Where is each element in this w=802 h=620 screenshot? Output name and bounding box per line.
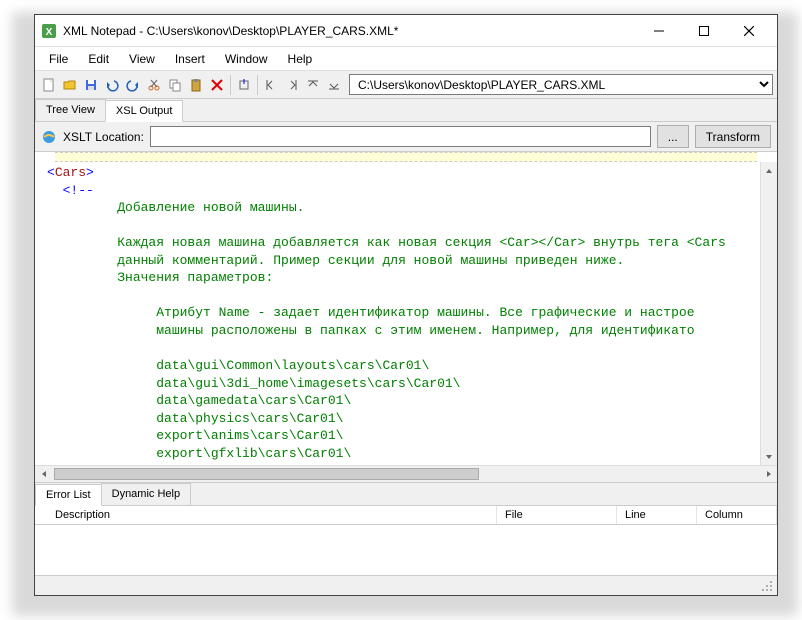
insert-element-icon[interactable] [234, 75, 254, 95]
col-line[interactable]: Line [617, 506, 697, 524]
nudge-left-icon[interactable] [261, 75, 281, 95]
minimize-button[interactable] [636, 16, 681, 46]
horizontal-scrollbar[interactable] [35, 465, 777, 482]
menu-edit[interactable]: Edit [78, 49, 119, 69]
nudge-right-icon[interactable] [282, 75, 302, 95]
menu-help[interactable]: Help [278, 49, 323, 69]
menu-view[interactable]: View [119, 49, 165, 69]
statusbar [35, 575, 777, 595]
error-table-body [35, 525, 777, 575]
scroll-right-icon[interactable] [760, 466, 777, 482]
xslt-bar: XSLT Location: ... Transform [35, 122, 777, 152]
resize-grip-icon[interactable] [760, 579, 774, 593]
cut-icon[interactable] [144, 75, 164, 95]
ie-icon [41, 129, 57, 145]
paste-icon[interactable] [186, 75, 206, 95]
xslt-location-label: XSLT Location: [63, 130, 144, 144]
bottom-tabs: Error List Dynamic Help [35, 482, 777, 506]
tab-xsl-output[interactable]: XSL Output [105, 100, 183, 122]
main-tabs: Tree View XSL Output [35, 99, 777, 122]
new-file-icon[interactable] [39, 75, 59, 95]
save-icon[interactable] [81, 75, 101, 95]
code-editor[interactable]: <Cars> <!-- Добавление новой машины. Каж… [35, 162, 760, 465]
delete-icon[interactable] [207, 75, 227, 95]
col-column[interactable]: Column [697, 506, 777, 524]
transform-button[interactable]: Transform [695, 125, 771, 148]
titlebar: X XML Notepad - C:\Users\konov\Desktop\P… [35, 15, 777, 47]
menu-file[interactable]: File [39, 49, 78, 69]
col-description[interactable]: Description [35, 506, 497, 524]
highlight-strip [55, 152, 757, 162]
window-title: XML Notepad - C:\Users\konov\Desktop\PLA… [63, 24, 636, 38]
tab-error-list[interactable]: Error List [35, 484, 102, 506]
open-file-icon[interactable] [60, 75, 80, 95]
app-icon: X [41, 23, 57, 39]
nudge-down-icon[interactable] [324, 75, 344, 95]
toolbar: C:\Users\konov\Desktop\PLAYER_CARS.XML [35, 71, 777, 99]
file-path-dropdown[interactable]: C:\Users\konov\Desktop\PLAYER_CARS.XML [349, 74, 773, 95]
copy-icon[interactable] [165, 75, 185, 95]
tab-dynamic-help[interactable]: Dynamic Help [101, 483, 191, 505]
xslt-location-input[interactable] [150, 126, 651, 147]
menu-window[interactable]: Window [215, 49, 278, 69]
col-file[interactable]: File [497, 506, 617, 524]
svg-text:X: X [46, 27, 53, 38]
menu-insert[interactable]: Insert [165, 49, 215, 69]
redo-icon[interactable] [123, 75, 143, 95]
scroll-thumb[interactable] [54, 468, 479, 480]
vertical-scrollbar[interactable] [760, 162, 777, 465]
nudge-up-icon[interactable] [303, 75, 323, 95]
browse-button[interactable]: ... [657, 125, 689, 148]
menubar: File Edit View Insert Window Help [35, 47, 777, 71]
scroll-down-icon[interactable] [761, 448, 777, 465]
scroll-up-icon[interactable] [761, 162, 777, 179]
maximize-button[interactable] [681, 16, 726, 46]
scroll-left-icon[interactable] [35, 466, 52, 482]
error-table-header: Description File Line Column [35, 506, 777, 525]
undo-icon[interactable] [102, 75, 122, 95]
tab-tree-view[interactable]: Tree View [35, 99, 106, 121]
close-button[interactable] [726, 16, 771, 46]
